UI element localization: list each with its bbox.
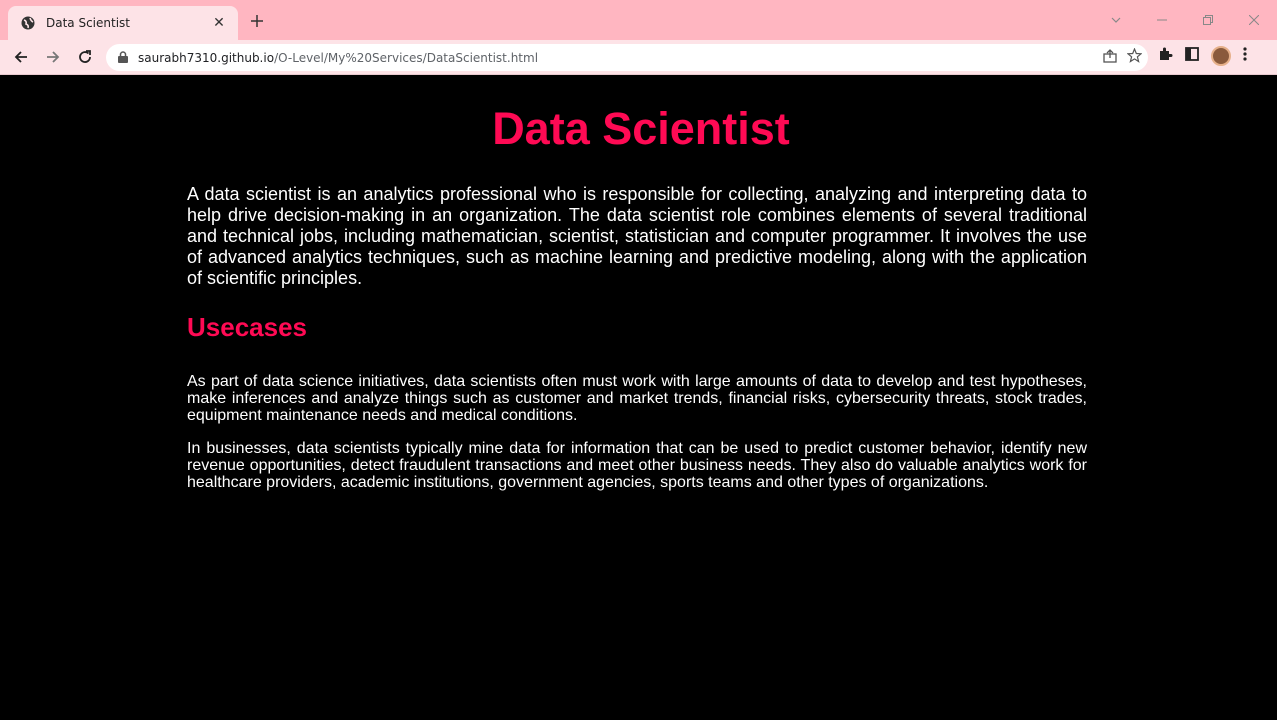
usecase-paragraph: In businesses, data scientists typically… xyxy=(187,440,1087,491)
browser-window: Data Scientist ✕ saurabh7310.github.io/O… xyxy=(0,0,1277,720)
address-bar[interactable]: saurabh7310.github.io/O-Level/My%20Servi… xyxy=(106,44,1148,71)
back-button[interactable] xyxy=(10,46,32,68)
url-path: /O-Level/My%20Services/DataScientist.htm… xyxy=(274,50,539,65)
browser-toolbar: saurabh7310.github.io/O-Level/My%20Servi… xyxy=(0,40,1277,75)
puzzle-icon[interactable] xyxy=(1158,46,1173,66)
url-host: saurabh7310.github.io xyxy=(138,50,275,65)
globe-icon xyxy=(20,15,36,31)
restore-button[interactable] xyxy=(1185,0,1231,40)
reload-icon xyxy=(79,50,91,63)
reload-button[interactable] xyxy=(74,46,96,68)
close-window-button[interactable] xyxy=(1231,0,1277,40)
new-tab-button[interactable] xyxy=(246,10,268,32)
page-title: Data Scientist xyxy=(492,103,790,154)
share-icon[interactable] xyxy=(1103,48,1117,68)
minimize-button[interactable] xyxy=(1139,0,1185,40)
window-controls xyxy=(1093,0,1277,40)
forward-button[interactable] xyxy=(42,46,64,68)
close-window-icon xyxy=(1249,15,1259,25)
close-icon[interactable]: ✕ xyxy=(210,15,228,31)
extensions-area xyxy=(1158,46,1247,66)
minimize-icon xyxy=(1157,19,1167,21)
arrow-left-icon xyxy=(14,51,27,63)
chevron-down-icon xyxy=(1111,17,1121,23)
tab-search-button[interactable] xyxy=(1093,0,1139,40)
tab-data-scientist[interactable]: Data Scientist ✕ xyxy=(8,6,238,40)
menu-kebab-icon[interactable] xyxy=(1243,46,1247,66)
url-text[interactable]: saurabh7310.github.io/O-Level/My%20Servi… xyxy=(138,51,538,65)
usecase-paragraph: As part of data science initiatives, dat… xyxy=(187,373,1087,424)
intro-paragraph: A data scientist is an analytics profess… xyxy=(187,184,1087,288)
restore-icon xyxy=(1203,15,1213,25)
usecases-heading: Usecases xyxy=(187,312,307,342)
arrow-right-icon xyxy=(47,51,60,63)
profile-avatar[interactable] xyxy=(1211,46,1231,66)
omnibox-actions xyxy=(1103,47,1143,68)
plus-icon xyxy=(251,15,263,27)
tab-strip: Data Scientist ✕ xyxy=(0,0,1277,40)
main-content: A data scientist is an analytics profess… xyxy=(187,184,1087,491)
bookmark-star-icon[interactable] xyxy=(1126,47,1143,68)
side-panel-icon[interactable] xyxy=(1185,46,1199,66)
tab-title: Data Scientist xyxy=(46,16,130,30)
lock-icon[interactable] xyxy=(118,50,130,65)
